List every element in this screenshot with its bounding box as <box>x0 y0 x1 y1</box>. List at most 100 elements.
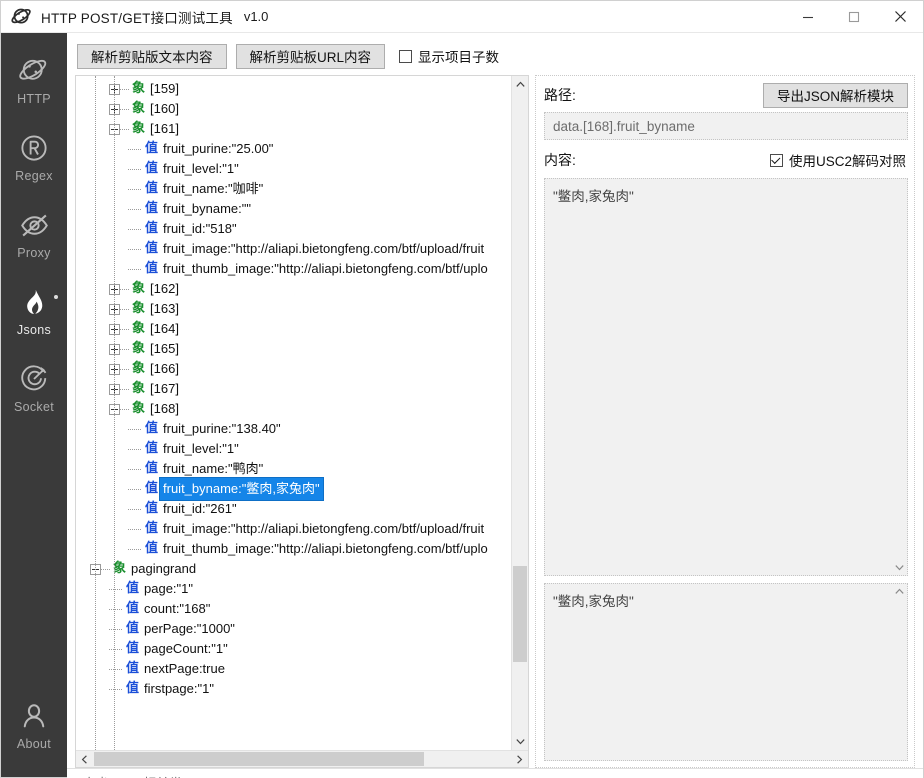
tree-connector <box>120 308 129 310</box>
tree-vscroll-track[interactable] <box>512 93 528 733</box>
tree-row[interactable]: 值 fruit_level:"1" <box>76 159 511 179</box>
tree-hscroll-track[interactable] <box>93 751 511 767</box>
tree-vscroll-thumb[interactable] <box>513 566 527 662</box>
tree-row-label: nextPage:true <box>144 661 225 676</box>
value-node-icon: 值 <box>145 181 159 196</box>
value-node-icon: 值 <box>145 461 159 476</box>
tree-row[interactable]: 值 fruit_level:"1" <box>76 439 511 459</box>
usc2-decode-checkbox[interactable]: 使用USC2解码对照 <box>769 150 906 170</box>
chevron-down-icon[interactable] <box>895 563 904 573</box>
tree-row[interactable]: 象 [164] <box>76 319 511 339</box>
parse-clipboard-text-button[interactable]: 解析剪贴版文本内容 <box>77 43 227 69</box>
chevron-down-icon[interactable] <box>512 733 528 750</box>
path-value-field[interactable]: data.[168].fruit_byname <box>544 112 908 140</box>
decoded-textarea[interactable]: "鳖肉,家兔肉" <box>544 583 908 761</box>
tree-row-label: [162] <box>150 281 179 296</box>
tree-row[interactable]: 象 [162] <box>76 279 511 299</box>
tree-connector <box>128 508 141 510</box>
maximize-button[interactable] <box>831 1 877 33</box>
object-node-icon: 象 <box>132 321 146 336</box>
status-dot <box>54 295 58 299</box>
tree-row-label: fruit_name:"咖啡" <box>163 181 264 196</box>
tree-row-label: fruit_image:"http://aliapi.bietongfeng.c… <box>163 521 485 536</box>
sidebar-item-label: About <box>16 737 52 751</box>
tree-row[interactable]: 象 [160] <box>76 99 511 119</box>
tree-horizontal-scrollbar[interactable] <box>76 750 528 767</box>
split-container: 象 [159] 象 [160] 象 [161] 值 fruit_purine:"25.00" 值… <box>73 71 917 768</box>
value-node-icon: 值 <box>145 141 159 156</box>
tree-row[interactable]: 值 fruit_id:"261" <box>76 499 511 519</box>
content-header-row: 内容: 使用USC2解码对照 <box>544 146 908 174</box>
status-text: <水淼JSON相关类 1.0.4.0> <box>75 773 233 778</box>
tree-row[interactable]: 象 pagingrand <box>76 559 511 579</box>
tree-row[interactable]: 值 pageCount:"1" <box>76 639 511 659</box>
tree-connector <box>128 228 141 230</box>
tree-row[interactable]: 象 [165] <box>76 339 511 359</box>
tree-row[interactable]: 值 firstpage:"1" <box>76 679 511 699</box>
show-child-count-checkbox[interactable]: 显示项目子数 <box>399 46 499 66</box>
tree-connector <box>120 368 129 370</box>
sidebar-item-about[interactable]: About <box>1 692 67 757</box>
parse-clipboard-url-button[interactable]: 解析剪贴板URL内容 <box>235 43 386 69</box>
tree-connector <box>120 348 129 350</box>
minimize-button[interactable] <box>785 1 831 33</box>
chevron-left-icon[interactable] <box>76 751 93 767</box>
main-area: 解析剪贴版文本内容 解析剪贴板URL内容 显示项目子数 象 [159] 象 [160]… <box>67 33 923 778</box>
tree-row[interactable]: 值 fruit_thumb_image:"http://aliapi.bieton… <box>76 539 511 559</box>
tree-row[interactable]: 象 [168] <box>76 399 511 419</box>
tree-vertical-scrollbar[interactable] <box>511 76 528 750</box>
tree-row-label: [160] <box>150 101 179 116</box>
tree-row[interactable]: 值 perPage:"1000" <box>76 619 511 639</box>
tree-connector <box>109 668 122 670</box>
window-controls <box>785 1 923 33</box>
content-textarea[interactable]: "鳖肉,家兔肉" <box>544 178 908 576</box>
close-button[interactable] <box>877 1 923 33</box>
tree-row[interactable]: 象 [167] <box>76 379 511 399</box>
content-value: "鳖肉,家兔肉" <box>553 189 634 204</box>
target-icon <box>17 362 51 396</box>
tree-row[interactable]: 象 [161] <box>76 119 511 139</box>
content-scrollbar[interactable] <box>892 179 907 575</box>
tree-row[interactable]: 值 fruit_id:"518" <box>76 219 511 239</box>
tree-row[interactable]: 象 [159] <box>76 79 511 99</box>
tree-row[interactable]: 值 fruit_byname:"" <box>76 199 511 219</box>
tree-row[interactable]: 值 fruit_image:"http://aliapi.bietongfeng.… <box>76 519 511 539</box>
flame-icon <box>17 285 51 319</box>
tree-connector <box>128 548 141 550</box>
tree-row[interactable]: 值 fruit_name:"鸭肉" <box>76 459 511 479</box>
tree-connector <box>128 188 141 190</box>
checkbox-box <box>769 153 783 167</box>
tree-row-label: fruit_image:"http://aliapi.bietongfeng.c… <box>163 241 485 256</box>
chevron-up-icon[interactable] <box>895 587 904 597</box>
sidebar-item-jsons[interactable]: Jsons <box>1 278 67 343</box>
sidebar-item-regex[interactable]: Regex <box>1 124 67 189</box>
tree-row[interactable]: 值 fruit_image:"http://aliapi.bietongfeng.… <box>76 239 511 259</box>
tree-row[interactable]: 值 count:"168" <box>76 599 511 619</box>
tree-row[interactable]: 值 nextPage:true <box>76 659 511 679</box>
tree-connector <box>101 568 110 570</box>
sidebar-item-proxy[interactable]: Proxy <box>1 201 67 266</box>
tree-hscroll-thumb[interactable] <box>94 752 424 766</box>
sidebar-item-http[interactable]: HTTP <box>1 47 67 112</box>
tree-row[interactable]: 值 fruit_byname:"鳖肉,家兔肉" <box>76 477 511 501</box>
tree-row[interactable]: 值 fruit_name:"咖啡" <box>76 179 511 199</box>
window-title: HTTP POST/GET接口测试工具 <box>41 10 233 26</box>
tree-connector <box>120 88 129 90</box>
status-bar: <水淼JSON相关类 1.0.4.0> <box>67 768 923 778</box>
sidebar-item-label: Proxy <box>17 246 51 260</box>
sidebar-item-label: Socket <box>13 400 54 414</box>
sidebar-item-socket[interactable]: Socket <box>1 355 67 420</box>
show-child-count-label: 显示项目子数 <box>418 50 500 65</box>
decoded-scrollbar[interactable] <box>892 584 907 760</box>
tree-row[interactable]: 值 fruit_purine:"138.40" <box>76 419 511 439</box>
tree-row-label: [163] <box>150 301 179 316</box>
json-tree-view[interactable]: 象 [159] 象 [160] 象 [161] 值 fruit_purine:"25.00" 值… <box>76 76 528 750</box>
tree-row[interactable]: 象 [163] <box>76 299 511 319</box>
tree-row[interactable]: 象 [166] <box>76 359 511 379</box>
chevron-up-icon[interactable] <box>512 76 528 93</box>
tree-row[interactable]: 值 fruit_purine:"25.00" <box>76 139 511 159</box>
tree-row[interactable]: 值 fruit_thumb_image:"http://aliapi.bieton… <box>76 259 511 279</box>
export-json-module-button[interactable]: 导出JSON解析模块 <box>762 82 908 108</box>
tree-row[interactable]: 值 page:"1" <box>76 579 511 599</box>
chevron-right-icon[interactable] <box>511 751 528 767</box>
